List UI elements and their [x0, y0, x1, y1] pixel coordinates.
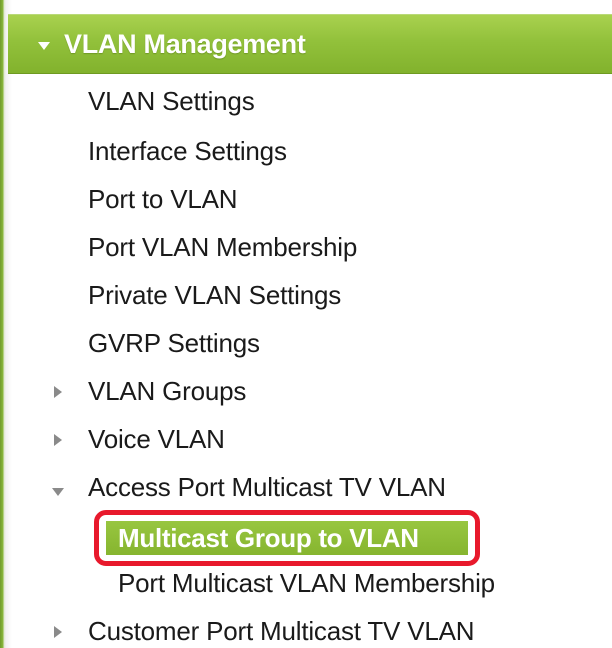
selected-item-label: Multicast Group to VLAN: [118, 523, 419, 553]
expand-arrow-icon[interactable]: [54, 434, 62, 446]
highlight-annotation: Multicast Group to VLAN: [94, 510, 480, 566]
menu-item-multicast-group-to-vlan[interactable]: Multicast Group to VLAN: [106, 521, 468, 555]
menu-item-port-vlan-membership[interactable]: Port VLAN Membership: [88, 232, 357, 263]
menu-item-customer-port-multicast-tv-vlan[interactable]: Customer Port Multicast TV VLAN: [88, 616, 475, 647]
menu-item-access-port-multicast-tv-vlan[interactable]: Access Port Multicast TV VLAN: [88, 472, 446, 503]
menu-item-voice-vlan[interactable]: Voice VLAN: [88, 424, 225, 455]
menu-item-vlan-settings[interactable]: VLAN Settings: [88, 86, 255, 117]
menu-item-vlan-groups[interactable]: VLAN Groups: [88, 376, 246, 407]
expand-arrow-icon[interactable]: [54, 626, 62, 638]
menu-item-port-to-vlan[interactable]: Port to VLAN: [88, 184, 238, 215]
vlan-management-menu: VLAN Management VLAN Settings Interface …: [0, 0, 612, 648]
menu-item-gvrp-settings[interactable]: GVRP Settings: [88, 328, 260, 359]
section-header-vlan-management[interactable]: VLAN Management: [8, 14, 612, 74]
collapse-arrow-icon[interactable]: [38, 42, 50, 50]
menu-item-private-vlan-settings[interactable]: Private VLAN Settings: [88, 280, 341, 311]
menu-left-border: [0, 0, 12, 648]
collapse-arrow-icon[interactable]: [52, 488, 64, 496]
section-title: VLAN Management: [64, 29, 306, 59]
menu-item-port-multicast-vlan-membership[interactable]: Port Multicast VLAN Membership: [118, 568, 495, 599]
menu-item-interface-settings[interactable]: Interface Settings: [88, 136, 287, 167]
expand-arrow-icon[interactable]: [54, 386, 62, 398]
